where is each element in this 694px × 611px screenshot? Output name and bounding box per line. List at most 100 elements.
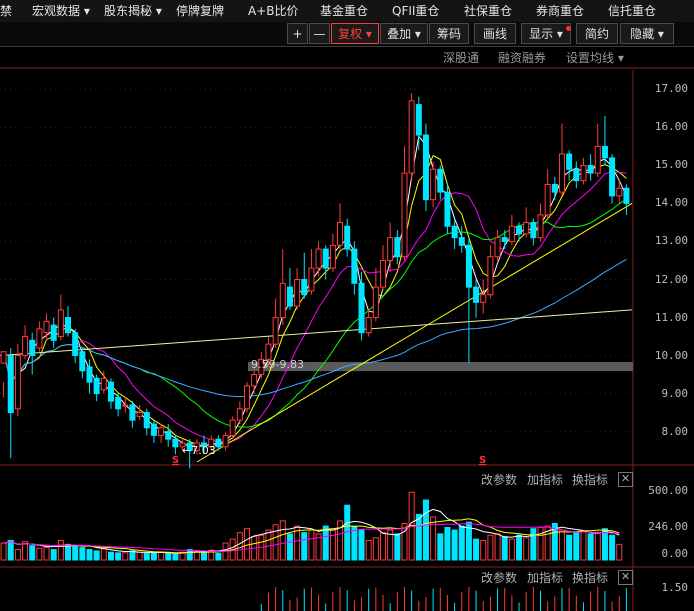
volume-bar <box>79 547 86 561</box>
ma-line-5 <box>3 154 627 447</box>
price-tick: 8.00 <box>661 424 689 438</box>
candle-body <box>236 408 243 421</box>
candles-layer <box>0 93 630 469</box>
candle-body <box>609 157 616 197</box>
chart-canvas <box>0 67 694 611</box>
candle-body <box>473 286 480 303</box>
volume-bar <box>215 552 222 561</box>
volume-bar <box>473 538 480 561</box>
candle-body <box>150 423 157 436</box>
candle-body <box>93 377 100 395</box>
candle-body <box>43 320 50 334</box>
candle-body <box>294 279 301 307</box>
candle-body <box>279 282 286 319</box>
panel3-close-icon[interactable]: ✕ <box>618 570 633 585</box>
volume-bar <box>322 525 329 561</box>
candle-body <box>465 244 472 288</box>
candle-body <box>79 351 86 372</box>
candle-body <box>558 153 565 193</box>
candle-body <box>351 248 358 284</box>
volume-bar <box>36 547 43 561</box>
price-tick: 15.00 <box>654 158 688 172</box>
candle-body <box>86 366 93 383</box>
price-tick: 9.00 <box>661 386 689 400</box>
candle-body <box>136 412 143 417</box>
volume-bar <box>380 532 387 561</box>
candle-body <box>65 317 72 334</box>
candle-body <box>272 317 279 345</box>
candle-body <box>551 183 558 193</box>
volume-bar <box>487 534 494 561</box>
panel2-edit-params[interactable]: 改参数 <box>481 471 517 488</box>
volume-bar <box>616 543 623 561</box>
volume-bar <box>422 499 429 561</box>
volume-bar <box>272 524 279 561</box>
volume-bar <box>494 533 501 561</box>
candle-body <box>122 404 129 407</box>
candle-body <box>516 225 523 235</box>
candle-body <box>387 237 394 261</box>
candle-body <box>415 104 422 136</box>
candle-body <box>372 286 379 319</box>
volume-bar <box>308 529 315 561</box>
volume-bar <box>186 549 193 561</box>
volume-bar <box>143 552 150 561</box>
volume-bar <box>172 553 179 561</box>
support-zone <box>248 362 633 372</box>
candle-body <box>487 256 494 296</box>
volume-bar <box>201 551 208 561</box>
volume-bar <box>537 526 544 561</box>
candle-body <box>72 332 79 357</box>
volume-bar <box>365 539 372 561</box>
volume-bar <box>394 533 401 561</box>
volume-bar <box>43 547 50 561</box>
volume-bar <box>444 526 451 561</box>
candle-body <box>380 259 387 288</box>
candle-body <box>508 225 515 242</box>
volume-bar <box>7 539 14 561</box>
candle-body <box>566 153 573 170</box>
candle-body <box>344 225 351 250</box>
candle-body <box>430 168 437 201</box>
candle-body <box>115 396 122 410</box>
candle-body <box>437 168 444 193</box>
candle-body <box>143 412 150 429</box>
volume-bar <box>587 533 594 561</box>
volume-bar <box>93 550 100 561</box>
candle-body <box>0 351 7 364</box>
panel3-switch-indicator[interactable]: 换指标 <box>572 569 608 586</box>
volume-bar <box>65 543 72 561</box>
candle-body <box>107 381 114 402</box>
volume-bar <box>72 545 79 561</box>
signal-marker-s[interactable]: S <box>479 455 486 466</box>
candle-body <box>308 267 315 292</box>
panel2-switch-indicator[interactable]: 换指标 <box>572 471 608 488</box>
candle-body <box>623 187 630 204</box>
volume-layer <box>0 491 623 561</box>
volume-bar <box>508 538 515 561</box>
volume-bar <box>372 537 379 561</box>
panel3-add-indicator[interactable]: 加指标 <box>527 569 563 586</box>
volume-bar <box>136 551 143 561</box>
volume-bar <box>566 534 573 561</box>
candle-body <box>494 237 501 258</box>
volume-bar <box>50 549 57 561</box>
candle-body <box>29 339 36 357</box>
candle-body <box>580 164 587 182</box>
price-tick: 10.00 <box>654 348 688 362</box>
long-ma-line <box>0 309 633 357</box>
candle-body <box>100 377 107 391</box>
candle-body <box>523 221 530 235</box>
candle-body <box>530 221 537 239</box>
volume-bar <box>286 533 293 561</box>
signal-marker-s[interactable]: S <box>172 455 179 466</box>
volume-bar <box>115 552 122 561</box>
panel3-edit-params[interactable]: 改参数 <box>481 569 517 586</box>
panel2-add-indicator[interactable]: 加指标 <box>527 471 563 488</box>
panel2-close-icon[interactable]: ✕ <box>618 472 633 487</box>
candle-body <box>243 385 250 410</box>
volume-bar <box>301 532 308 561</box>
candle-body <box>573 168 580 182</box>
ma-line-10 <box>3 171 627 443</box>
price-tick: 14.00 <box>654 196 688 210</box>
